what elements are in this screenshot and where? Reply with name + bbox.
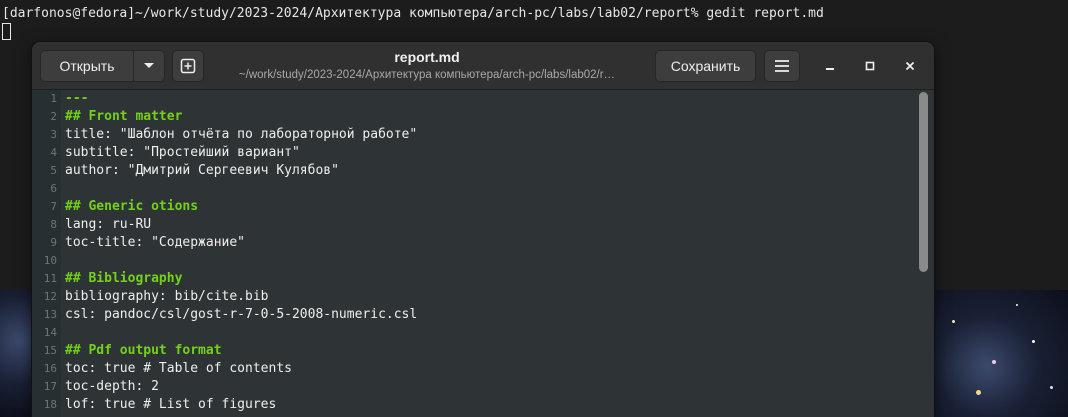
desktop-wallpaper-right <box>932 290 1068 417</box>
vertical-scrollbar[interactable] <box>919 92 928 272</box>
line-number: 11 <box>43 272 57 285</box>
code-line-heading: ## Bibliography <box>65 271 183 286</box>
line-number: 10 <box>43 254 57 267</box>
code-line: csl: pandoc/csl/gost-r-7-0-5-2008-numeri… <box>65 307 418 322</box>
chevron-down-icon <box>144 63 154 68</box>
line-number: 1 <box>50 92 57 105</box>
new-tab-button[interactable] <box>172 50 204 82</box>
text-editor[interactable]: 1 2 3 4 5 6 7 8 9 10 11 12 13 14 15 16 17 18 --- ## Front … <box>32 90 934 417</box>
code-line: lof: true # List of figures <box>65 397 277 412</box>
code-line-heading: ## Pdf output format <box>65 343 222 358</box>
code-line-heading: --- <box>65 91 89 106</box>
save-button[interactable]: Сохранить <box>655 50 756 82</box>
line-number: 12 <box>43 290 57 303</box>
minimize-button[interactable] <box>818 54 842 78</box>
line-number: 4 <box>50 146 57 159</box>
code-line-heading: ## Front matter <box>65 109 183 124</box>
maximize-button[interactable] <box>858 54 882 78</box>
code-line: subtitle: "Простейший вариант" <box>65 145 300 160</box>
terminal-command-line: [darfonos@fedora]~/work/study/2023-2024/… <box>2 6 824 21</box>
line-number: 6 <box>50 182 57 195</box>
open-button[interactable]: Открыть <box>40 50 134 82</box>
line-number: 9 <box>50 236 57 249</box>
code-line: author: "Дмитрий Сергеевич Кулябов" <box>65 163 339 178</box>
minimize-icon <box>826 68 834 70</box>
line-number: 3 <box>50 128 57 141</box>
code-line-heading: ## Generic otions <box>65 199 199 214</box>
code-line: lang: ru-RU <box>65 217 152 232</box>
code-line: toc-title: "Содержание" <box>65 235 246 250</box>
code-line: bibliography: bib/cite.bib <box>65 289 269 304</box>
line-number: 13 <box>43 308 57 321</box>
maximize-icon <box>865 61 875 71</box>
line-number: 8 <box>50 218 57 231</box>
hamburger-menu-icon <box>775 60 789 72</box>
line-number-gutter: 1 2 3 4 5 6 7 8 9 10 11 12 13 14 15 16 17 18 <box>32 90 61 417</box>
desktop-wallpaper-left <box>0 290 34 417</box>
line-number: 17 <box>43 380 57 393</box>
code-line: title: "Шаблон отчёта по лабораторной ра… <box>65 127 418 142</box>
new-document-icon <box>180 58 196 74</box>
gedit-window: Открыть report.md ~/work/study/2023-2024… <box>32 42 934 417</box>
line-number: 18 <box>43 398 57 411</box>
code-area[interactable]: --- ## Front matter title: "Шаблон отчёта … <box>65 90 417 414</box>
document-title: report.md <box>394 49 460 65</box>
close-button[interactable] <box>898 54 922 78</box>
code-line: toc-depth: 2 <box>65 379 159 394</box>
header-bar: Открыть report.md ~/work/study/2023-2024… <box>32 42 934 90</box>
open-menu-button[interactable] <box>133 50 165 82</box>
line-number: 14 <box>43 326 57 339</box>
line-number: 7 <box>50 200 57 213</box>
document-path: ~/work/study/2023-2024/Архитектура компь… <box>238 69 616 81</box>
line-number: 16 <box>43 362 57 375</box>
line-number: 5 <box>50 164 57 177</box>
main-menu-button[interactable] <box>764 50 800 82</box>
terminal-cursor <box>2 23 11 40</box>
close-icon <box>905 61 915 71</box>
code-line: toc: true # Table of contents <box>65 361 292 376</box>
title-area: report.md ~/work/study/2023-2024/Архитек… <box>212 48 642 84</box>
line-number: 2 <box>50 110 57 123</box>
line-number: 15 <box>43 344 57 357</box>
